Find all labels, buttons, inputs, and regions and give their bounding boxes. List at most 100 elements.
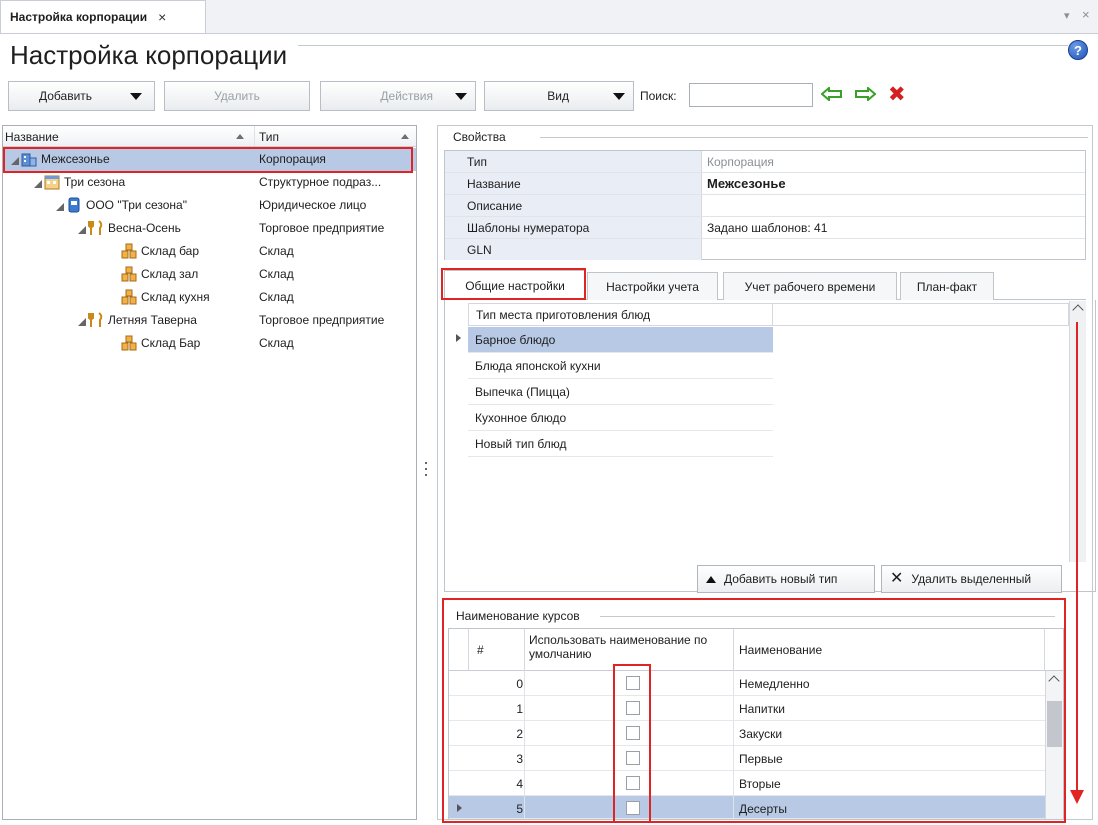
expand-icon[interactable]	[78, 226, 86, 234]
property-value: Корпорация	[707, 155, 774, 169]
restaurant-icon	[88, 220, 103, 235]
add-dish-type-label: Добавить новый тип	[724, 572, 838, 586]
view-button[interactable]: Вид	[484, 81, 634, 111]
property-key: Описание	[445, 195, 702, 216]
tree-row[interactable]: Склад бар Склад	[3, 240, 416, 263]
property-row[interactable]: Тип Корпорация	[445, 151, 1085, 173]
chevron-down-icon	[613, 92, 625, 100]
tab-label: План-факт	[916, 279, 978, 294]
tree-row[interactable]: Три сезона Структурное подраз...	[3, 171, 416, 194]
department-icon	[44, 175, 60, 190]
tab-working-time[interactable]: Учет рабочего времени	[723, 272, 897, 300]
tree-column-name[interactable]: Название	[5, 130, 59, 144]
dish-type-row[interactable]: Новый тип блюд	[468, 431, 773, 457]
close-tab-icon[interactable]: ×	[158, 9, 166, 25]
document-tab-label: Настройка корпорации	[10, 10, 148, 24]
delete-button[interactable]: Удалить	[164, 81, 310, 111]
expand-icon[interactable]	[56, 203, 64, 211]
find-next-arrow-icon[interactable]	[854, 87, 876, 101]
delete-icon: ✕	[890, 570, 904, 587]
search-input[interactable]	[689, 83, 813, 107]
properties-grid: Тип Корпорация Название Межсезонье Описа…	[444, 150, 1086, 260]
property-row[interactable]: GLN	[445, 239, 1085, 261]
title-divider	[298, 45, 1068, 46]
tree-item-label: Склад кухня	[141, 290, 210, 304]
tree-item-type: Торговое предприятие	[259, 313, 385, 327]
tree-row[interactable]: Весна-Осень Торговое предприятие	[3, 217, 416, 240]
delete-selected-label: Удалить выделенный	[911, 572, 1032, 586]
property-key: Название	[445, 173, 702, 194]
warehouse-icon	[121, 289, 137, 305]
tab-label: Настройки учета	[606, 279, 699, 294]
warehouse-icon	[121, 335, 137, 351]
dish-type-row[interactable]: Выпечка (Пицца)	[468, 379, 773, 405]
tree-item-type: Юридическое лицо	[259, 198, 367, 212]
scroll-down-annotation-line	[1076, 322, 1078, 792]
legal-entity-icon	[68, 197, 80, 213]
add-icon	[706, 575, 716, 583]
tree-item-type: Склад	[259, 244, 294, 258]
properties-group-title: Свойства	[449, 130, 510, 144]
panel-splitter-handle[interactable]	[424, 462, 428, 482]
help-icon[interactable]: ?	[1068, 40, 1088, 60]
find-previous-arrow-icon[interactable]	[821, 87, 843, 101]
warehouse-icon	[121, 243, 137, 259]
dish-type-row[interactable]: Барное блюдо	[468, 327, 773, 353]
add-button[interactable]: Добавить	[8, 81, 155, 111]
tree-row[interactable]: Летняя Таверна Торговое предприятие	[3, 309, 416, 332]
tab-accounting-settings[interactable]: Настройки учета	[587, 272, 718, 300]
tree-row[interactable]: ООО "Три сезона" Юридическое лицо	[3, 194, 416, 217]
tree-item-type: Торговое предприятие	[259, 221, 385, 235]
scroll-down-annotation-arrow-icon	[1070, 790, 1084, 804]
add-button-label: Добавить	[39, 89, 93, 103]
tree-item-label: ООО "Три сезона"	[86, 198, 187, 212]
current-row-indicator-icon	[456, 334, 461, 342]
dish-type-row[interactable]: Блюда японской кухни	[468, 353, 773, 379]
property-value: Межсезонье	[707, 176, 786, 191]
tree-item-type: Склад	[259, 290, 294, 304]
delete-selected-button[interactable]: ✕ Удалить выделенный	[881, 565, 1062, 593]
tree-item-type: Склад	[259, 336, 294, 350]
property-row[interactable]: Описание	[445, 195, 1085, 217]
property-key: GLN	[445, 239, 702, 260]
tree-item-label: Летняя Таверна	[108, 313, 197, 327]
add-dish-type-button[interactable]: Добавить новый тип	[697, 565, 875, 593]
actions-button-label: Действия	[380, 89, 433, 103]
view-button-label: Вид	[547, 89, 569, 103]
property-key: Тип	[445, 151, 702, 172]
tree-row[interactable]: Склад зал Склад	[3, 263, 416, 286]
page-title: Настройка корпорации	[10, 40, 288, 70]
dish-types-header[interactable]: Тип места приготовления блюд	[468, 303, 773, 326]
tab-plan-fact[interactable]: План-факт	[900, 272, 994, 300]
expand-icon[interactable]	[78, 318, 86, 326]
clear-search-icon[interactable]: ✖	[888, 84, 906, 106]
tree-item-type: Склад	[259, 267, 294, 281]
highlight-default-checkboxes	[613, 664, 651, 823]
property-row[interactable]: Шаблоны нумератора Задано шаблонов: 41	[445, 217, 1085, 239]
restaurant-icon	[88, 312, 103, 327]
tree-row[interactable]: Склад кухня Склад	[3, 286, 416, 309]
expand-icon[interactable]	[34, 180, 42, 188]
document-tab[interactable]: Настройка корпорации ×	[0, 0, 206, 33]
chevron-down-icon	[130, 92, 142, 100]
tree-row[interactable]: Склад Бар Склад	[3, 332, 416, 355]
delete-button-label: Удалить	[214, 89, 260, 103]
actions-button[interactable]: Действия	[320, 81, 476, 111]
dish-type-row[interactable]: Кухонное блюдо	[468, 405, 773, 431]
property-row[interactable]: Название Межсезонье	[445, 173, 1085, 195]
close-all-icon[interactable]: ×	[1082, 7, 1090, 22]
chevron-down-icon	[455, 92, 467, 100]
tab-list-dropdown-icon[interactable]: ▾	[1064, 9, 1070, 22]
highlight-selected-corporation	[3, 147, 413, 173]
tree-item-label: Склад зал	[141, 267, 199, 281]
scroll-up-icon[interactable]	[1072, 304, 1084, 316]
tree-panel: Название Тип Межсезонье Корпорация Три с…	[2, 125, 417, 820]
tree-item-label: Три сезона	[64, 175, 126, 189]
highlight-courses-section	[442, 598, 1066, 823]
tree-item-label: Склад Бар	[141, 336, 201, 350]
tree-item-type: Структурное подраз...	[259, 175, 382, 189]
tab-label: Учет рабочего времени	[744, 279, 876, 294]
tree-item-label: Весна-Осень	[108, 221, 181, 235]
tree-column-type[interactable]: Тип	[259, 130, 279, 144]
tree-item-label: Склад бар	[141, 244, 200, 258]
